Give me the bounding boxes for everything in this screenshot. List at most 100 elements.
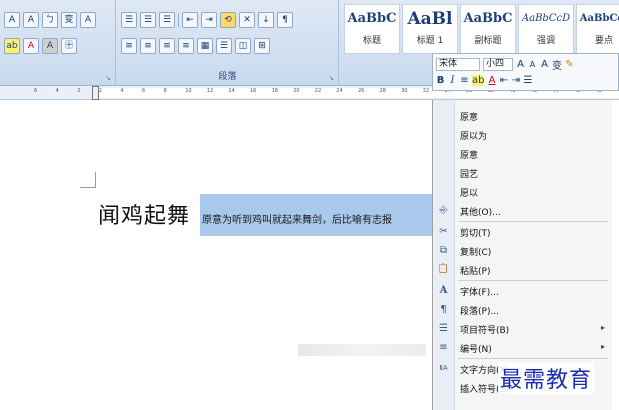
- ruler-tick-label: 28: [379, 88, 386, 94]
- change-case-button[interactable]: 变: [61, 12, 77, 28]
- style-sample: AaBbCcI: [579, 13, 619, 24]
- highlight-icon[interactable]: ab: [472, 75, 485, 86]
- highlight-button[interactable]: ab: [4, 38, 20, 54]
- italic-icon[interactable]: I: [448, 75, 457, 86]
- menu-item-copy[interactable]: ⧉ 复制(C): [433, 241, 613, 260]
- ruler-tick-label: 22: [314, 88, 322, 94]
- menu-item-suggestion-3[interactable]: 原意: [433, 144, 613, 163]
- numbering-button[interactable]: ☰: [140, 12, 156, 28]
- ruler-tick-label: 4: [55, 88, 59, 94]
- style-name: 标题 1: [416, 36, 444, 46]
- paragraph-dialog-launcher-icon[interactable]: ↘: [328, 74, 334, 82]
- font-dialog-launcher-icon[interactable]: ↘: [105, 74, 111, 82]
- menu-item-font[interactable]: A 字体(F)...: [433, 281, 613, 300]
- increase-indent-icon[interactable]: ⇥: [511, 75, 520, 86]
- indent-marker-icon[interactable]: [92, 86, 99, 100]
- show-marks-button[interactable]: ¶: [277, 12, 293, 28]
- clear-format-icon[interactable]: A: [540, 59, 549, 70]
- separator: [178, 13, 179, 27]
- align-center-button[interactable]: ≡: [140, 38, 156, 54]
- ruler-tick-label: 26: [358, 88, 365, 94]
- font-icon: A: [439, 285, 448, 296]
- ruler-tick-label: 12: [206, 88, 214, 94]
- menu-item-suggestion-1[interactable]: 原意: [433, 106, 613, 125]
- asian-layout-button[interactable]: ✕: [239, 12, 255, 28]
- menu-item-bullets[interactable]: ☰ 项目符号(B) ▸: [433, 319, 613, 338]
- ruler-tick-label: 8: [163, 88, 167, 94]
- ruler-tick-label: 16: [250, 88, 257, 94]
- scissors-icon: ✂: [439, 226, 448, 237]
- mini-toolbar: 宋体 小四 A A A 变 ✎ B I ≡ ab A ⇤ ⇥ ☰: [432, 53, 619, 91]
- selected-paragraph-text[interactable]: 原意为听到鸡叫就起来舞剑，后比喻有志报: [202, 211, 392, 226]
- ruler-tick-label: 2: [98, 88, 102, 94]
- style-strong[interactable]: AaBbCcI 要点: [576, 4, 619, 54]
- font-color-button[interactable]: A: [23, 38, 39, 54]
- style-emphasis[interactable]: AaBbCcD 强调: [518, 4, 574, 54]
- clear-format-button[interactable]: A: [80, 12, 96, 28]
- ruler-tick-label: 32: [422, 88, 430, 94]
- decrease-indent-icon[interactable]: ⇤: [499, 75, 508, 86]
- style-title[interactable]: AaBbC 标题: [344, 4, 400, 54]
- align-right-button[interactable]: ≡: [159, 38, 175, 54]
- grow-font-icon[interactable]: A: [516, 59, 525, 70]
- font-size-combo[interactable]: 小四: [483, 58, 513, 71]
- submenu-arrow-icon: ▸: [600, 323, 605, 332]
- paragraph-icon: ¶: [440, 304, 447, 315]
- borders-button[interactable]: ⊞: [254, 38, 270, 54]
- bold-icon[interactable]: B: [436, 75, 445, 86]
- bullets-button[interactable]: ☰: [121, 12, 137, 28]
- line-spacing-button[interactable]: ☰: [216, 38, 232, 54]
- document-heading[interactable]: 闻鸡起舞: [98, 198, 190, 230]
- font-row-1: A A ㄅ 变 A: [4, 12, 96, 28]
- menu-item-paragraph[interactable]: ¶ 段落(P)...: [433, 300, 613, 319]
- menu-item-label: 原以为: [460, 132, 488, 142]
- menu-item-suggestion-4[interactable]: 园艺: [433, 163, 613, 182]
- bullets-icon[interactable]: ☰: [523, 75, 533, 86]
- font-color-icon[interactable]: A: [487, 75, 496, 86]
- style-sample: AaBbC: [347, 11, 397, 26]
- font-name-combo[interactable]: 宋体: [436, 58, 480, 71]
- distributed-button[interactable]: ▦: [197, 38, 213, 54]
- char-shading-button[interactable]: A: [42, 38, 58, 54]
- decrease-indent-button[interactable]: ⇤: [182, 12, 198, 28]
- mini-row-1: 宋体 小四 A A A 变 ✎: [436, 57, 574, 72]
- shrink-font-icon[interactable]: A: [528, 60, 537, 69]
- ruler-tick-label: 30: [401, 88, 408, 94]
- format-painter-icon[interactable]: ✎: [565, 59, 574, 70]
- style-sample: AaBbCcD: [521, 13, 571, 24]
- menu-item-numbering[interactable]: ≡ 编号(N) ▸: [433, 338, 613, 357]
- menu-item-label: 项目符号(B): [460, 326, 510, 336]
- style-name: 标题: [362, 36, 381, 46]
- phonetic-guide-button[interactable]: ㄅ: [42, 12, 58, 28]
- blurred-region: [298, 344, 426, 356]
- menu-item-suggestion-2[interactable]: 原以为: [433, 125, 613, 144]
- enclose-char-button[interactable]: ㊉: [61, 38, 77, 54]
- increase-indent-button[interactable]: ⇥: [201, 12, 217, 28]
- ruler-tick-label: 10: [185, 88, 192, 94]
- mini-row-2: B I ≡ ab A ⇤ ⇥ ☰: [436, 75, 532, 86]
- style-subtitle[interactable]: AaBbC 副标题: [460, 4, 516, 54]
- change-case-icon[interactable]: 变: [552, 57, 562, 72]
- multilevel-list-button[interactable]: ☰: [159, 12, 175, 28]
- justify-button[interactable]: ≡: [178, 38, 194, 54]
- text-direction-button[interactable]: ⟲: [220, 12, 236, 28]
- menu-item-paste[interactable]: 📋 粘贴(P): [433, 260, 613, 279]
- menu-item-cut[interactable]: ✂ 剪切(T): [433, 222, 613, 241]
- ruler-tick-label: 4: [120, 88, 124, 94]
- ruler-tick-label: 24: [336, 88, 343, 94]
- grow-font-button[interactable]: A: [4, 12, 20, 28]
- menu-item-label: 剪切(T): [460, 229, 491, 239]
- align-left-button[interactable]: ≡: [121, 38, 137, 54]
- style-heading-1[interactable]: AaBl 标题 1: [402, 4, 458, 54]
- paragraph-group: ☰ ☰ ☰ ⇤ ⇥ ⟲ ✕ ↓ ¶ ≡ ≡ ≡ ≡ ▦ ☰ ◫ ⊞ 段落 ↘: [117, 0, 339, 86]
- margin-corner-mark: [80, 172, 96, 188]
- menu-item-suggestion-5[interactable]: 愿以: [433, 182, 613, 201]
- bullets-icon: ☰: [439, 323, 448, 334]
- style-sample: AaBbC: [463, 11, 513, 26]
- sort-button[interactable]: ↓: [258, 12, 274, 28]
- shading-button[interactable]: ◫: [235, 38, 251, 54]
- center-icon[interactable]: ≡: [460, 75, 469, 86]
- shrink-font-button[interactable]: A: [23, 12, 39, 28]
- menu-item-other[interactable]: ⎆ 其他(O)...: [433, 201, 613, 220]
- style-name: 强调: [536, 36, 555, 46]
